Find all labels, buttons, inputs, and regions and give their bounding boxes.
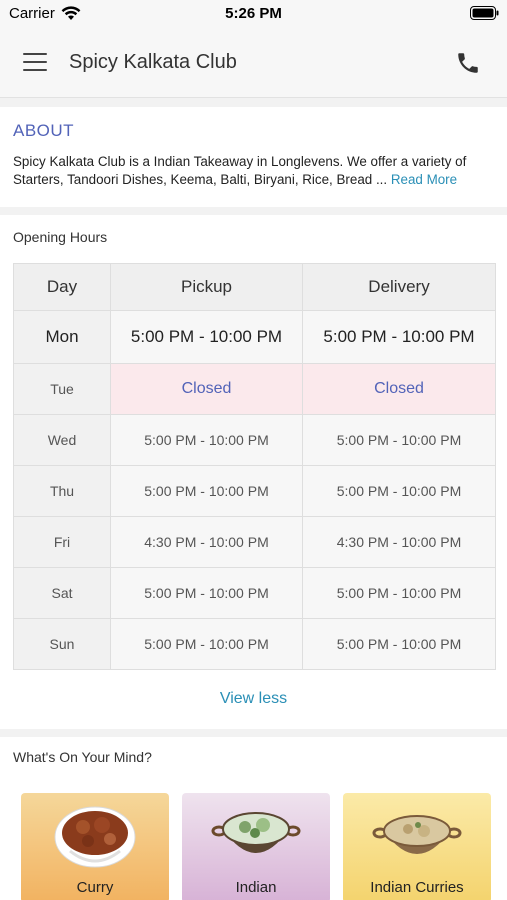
table-row: Thu 5:00 PM - 10:00 PM 5:00 PM - 10:00 P… [13,465,496,517]
curry-bowl-icon [54,806,136,868]
about-description: Spicy Kalkata Club is a Indian Takeaway … [13,153,498,189]
delivery-cell: 4:30 PM - 10:00 PM [302,516,496,568]
category-tile-curry[interactable]: Curry [21,793,169,900]
hamburger-menu-icon[interactable] [23,53,47,71]
table-row: Fri 4:30 PM - 10:00 PM 4:30 PM - 10:00 P… [13,516,496,568]
battery-icon [470,6,499,20]
table-row: Tue Closed Closed [13,363,496,415]
kadai-dish-icon [211,812,301,853]
delivery-cell: 5:00 PM - 10:00 PM [302,567,496,619]
table-row: Wed 5:00 PM - 10:00 PM 5:00 PM - 10:00 P… [13,414,496,466]
day-cell: Fri [13,516,111,568]
delivery-cell: 5:00 PM - 10:00 PM [302,414,496,466]
delivery-cell: 5:00 PM - 10:00 PM [302,618,496,670]
read-more-link[interactable]: Read More [391,172,457,187]
category-label: Indian Curries [370,879,464,896]
opening-hours-heading: Opening Hours [13,229,108,245]
category-tile-indian-curries[interactable]: Indian Curries [343,793,491,900]
delivery-cell: Closed [302,363,496,415]
delivery-cell: 5:00 PM - 10:00 PM [302,310,496,364]
view-less-link[interactable]: View less [0,690,507,708]
pickup-cell: Closed [110,363,303,415]
day-cell: Wed [13,414,111,466]
column-header-delivery: Delivery [302,263,496,311]
day-cell: Mon [13,310,111,364]
opening-hours-section: Opening Hours Day Pickup Delivery Mon 5:… [0,215,507,729]
kadai-curry-icon [372,815,462,854]
column-header-day: Day [13,263,111,311]
pickup-cell: 5:00 PM - 10:00 PM [110,567,303,619]
category-tile-indian[interactable]: Indian [182,793,330,900]
column-header-pickup: Pickup [110,263,303,311]
status-bar: Carrier 5:26 PM [0,0,507,30]
pickup-cell: 5:00 PM - 10:00 PM [110,414,303,466]
pickup-cell: 4:30 PM - 10:00 PM [110,516,303,568]
phone-icon[interactable] [455,50,481,76]
pickup-cell: 5:00 PM - 10:00 PM [110,310,303,364]
clock-label: 5:26 PM [225,5,282,22]
table-row: Mon 5:00 PM - 10:00 PM 5:00 PM - 10:00 P… [13,310,496,364]
table-row: Sun 5:00 PM - 10:00 PM 5:00 PM - 10:00 P… [13,618,496,670]
app-header: Spicy Kalkata Club [0,30,507,98]
opening-hours-table: Day Pickup Delivery Mon 5:00 PM - 10:00 … [13,263,496,670]
delivery-cell: 5:00 PM - 10:00 PM [302,465,496,517]
day-cell: Sun [13,618,111,670]
day-cell: Sat [13,567,111,619]
pickup-cell: 5:00 PM - 10:00 PM [110,618,303,670]
category-label: Curry [76,879,114,896]
table-row: Sat 5:00 PM - 10:00 PM 5:00 PM - 10:00 P… [13,567,496,619]
about-heading: ABOUT [13,121,75,140]
categories-heading: What's On Your Mind? [13,749,152,765]
day-cell: Thu [13,465,111,517]
day-cell: Tue [13,363,111,415]
pickup-cell: 5:00 PM - 10:00 PM [110,465,303,517]
categories-section: What's On Your Mind? Curry Indian Indian… [0,737,507,900]
category-label: Indian [235,879,277,896]
about-section: ABOUT Spicy Kalkata Club is a Indian Tak… [0,107,507,207]
table-header-row: Day Pickup Delivery [13,263,496,311]
restaurant-title: Spicy Kalkata Club [69,51,237,73]
